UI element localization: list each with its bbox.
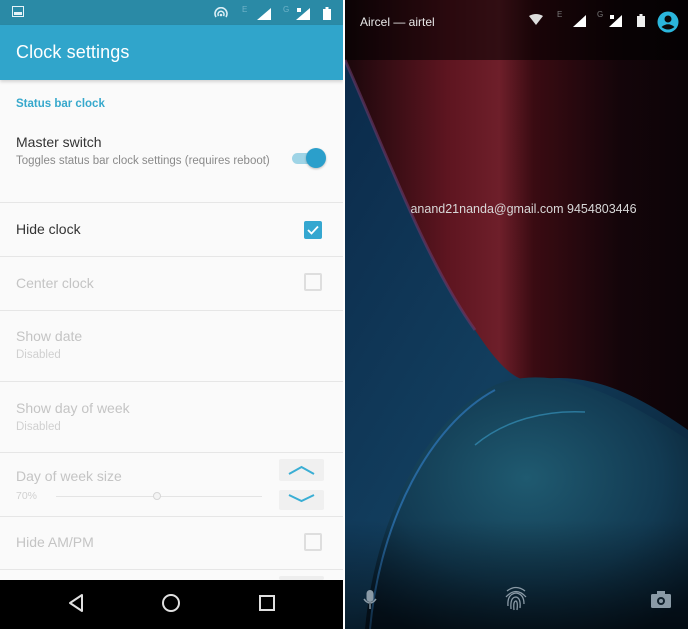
setting-master-switch[interactable]: Master switch Toggles status bar clock s… xyxy=(0,118,343,203)
setting-title: Show date xyxy=(16,328,83,344)
setting-day-of-week-size: Day of week size 70% xyxy=(0,453,343,517)
camera-icon[interactable] xyxy=(651,591,671,608)
signal-icon xyxy=(257,8,271,20)
setting-title: Show day of week xyxy=(16,400,130,416)
scroll-up-button[interactable] xyxy=(279,459,324,481)
scroll-down-button[interactable] xyxy=(279,490,324,510)
network-type-e-label: E xyxy=(557,10,563,19)
chevron-down-icon xyxy=(288,494,315,503)
slider-thumb[interactable] xyxy=(152,492,161,500)
back-icon[interactable] xyxy=(68,593,84,613)
slider-value: 70% xyxy=(16,490,38,502)
setting-title: Hide clock xyxy=(16,221,81,237)
section-header-status-bar-clock: Status bar clock xyxy=(16,98,105,110)
hide-clock-checkbox[interactable] xyxy=(304,221,322,239)
home-icon[interactable] xyxy=(161,593,181,613)
wallpaper xyxy=(345,0,688,629)
setting-center-clock[interactable]: Center clock xyxy=(0,257,343,311)
owner-info: anand21nanda@gmail.com 9454803446 xyxy=(410,202,637,216)
checkmark-icon xyxy=(307,225,319,235)
setting-title: Day of week size xyxy=(16,468,122,484)
signal-no-data-icon xyxy=(609,15,622,27)
setting-hide-clock[interactable]: Hide clock xyxy=(0,203,343,257)
hide-am-pm-checkbox[interactable] xyxy=(304,533,322,551)
setting-hide-am-pm[interactable]: Hide AM/PM xyxy=(0,517,343,570)
setting-show-day-of-week[interactable]: Show day of week Disabled xyxy=(0,382,343,453)
toggle-thumb xyxy=(306,148,326,168)
setting-subtitle: Toggles status bar clock settings (requi… xyxy=(16,155,270,167)
master-switch-toggle[interactable] xyxy=(292,148,326,168)
navigation-bar xyxy=(0,580,343,629)
network-type-e-label: E xyxy=(242,5,248,14)
battery-icon xyxy=(323,7,331,20)
user-account-icon[interactable] xyxy=(657,11,679,33)
hotspot-icon xyxy=(214,7,228,18)
carrier-label: Aircel — airtel xyxy=(360,15,435,29)
image-notification-icon xyxy=(12,6,24,17)
lock-screen: Aircel — airtel E G anand21nanda@gmail.c… xyxy=(345,0,688,629)
clock-settings-screen: E G Clock settings Status bar clock Mast… xyxy=(0,0,343,629)
center-clock-checkbox[interactable] xyxy=(304,273,322,291)
setting-subtitle: Disabled xyxy=(16,349,61,361)
wifi-icon xyxy=(529,14,543,25)
network-type-g-label: G xyxy=(283,5,290,14)
setting-title: Hide AM/PM xyxy=(16,534,94,550)
setting-title: Master switch xyxy=(16,134,102,150)
network-type-g-label: G xyxy=(597,10,604,19)
page-title: Clock settings xyxy=(16,42,130,62)
fingerprint-icon[interactable] xyxy=(504,584,528,612)
recents-icon[interactable] xyxy=(258,593,276,613)
app-bar: Clock settings xyxy=(0,25,343,80)
signal-no-data-icon xyxy=(296,8,310,20)
status-bar: E G xyxy=(0,0,343,25)
setting-title: Center clock xyxy=(16,275,94,291)
microphone-icon[interactable] xyxy=(363,589,377,611)
battery-icon xyxy=(637,14,645,27)
chevron-up-icon xyxy=(288,465,315,475)
setting-show-date[interactable]: Show date Disabled xyxy=(0,311,343,382)
setting-subtitle: Disabled xyxy=(16,421,61,433)
signal-icon xyxy=(573,15,586,27)
